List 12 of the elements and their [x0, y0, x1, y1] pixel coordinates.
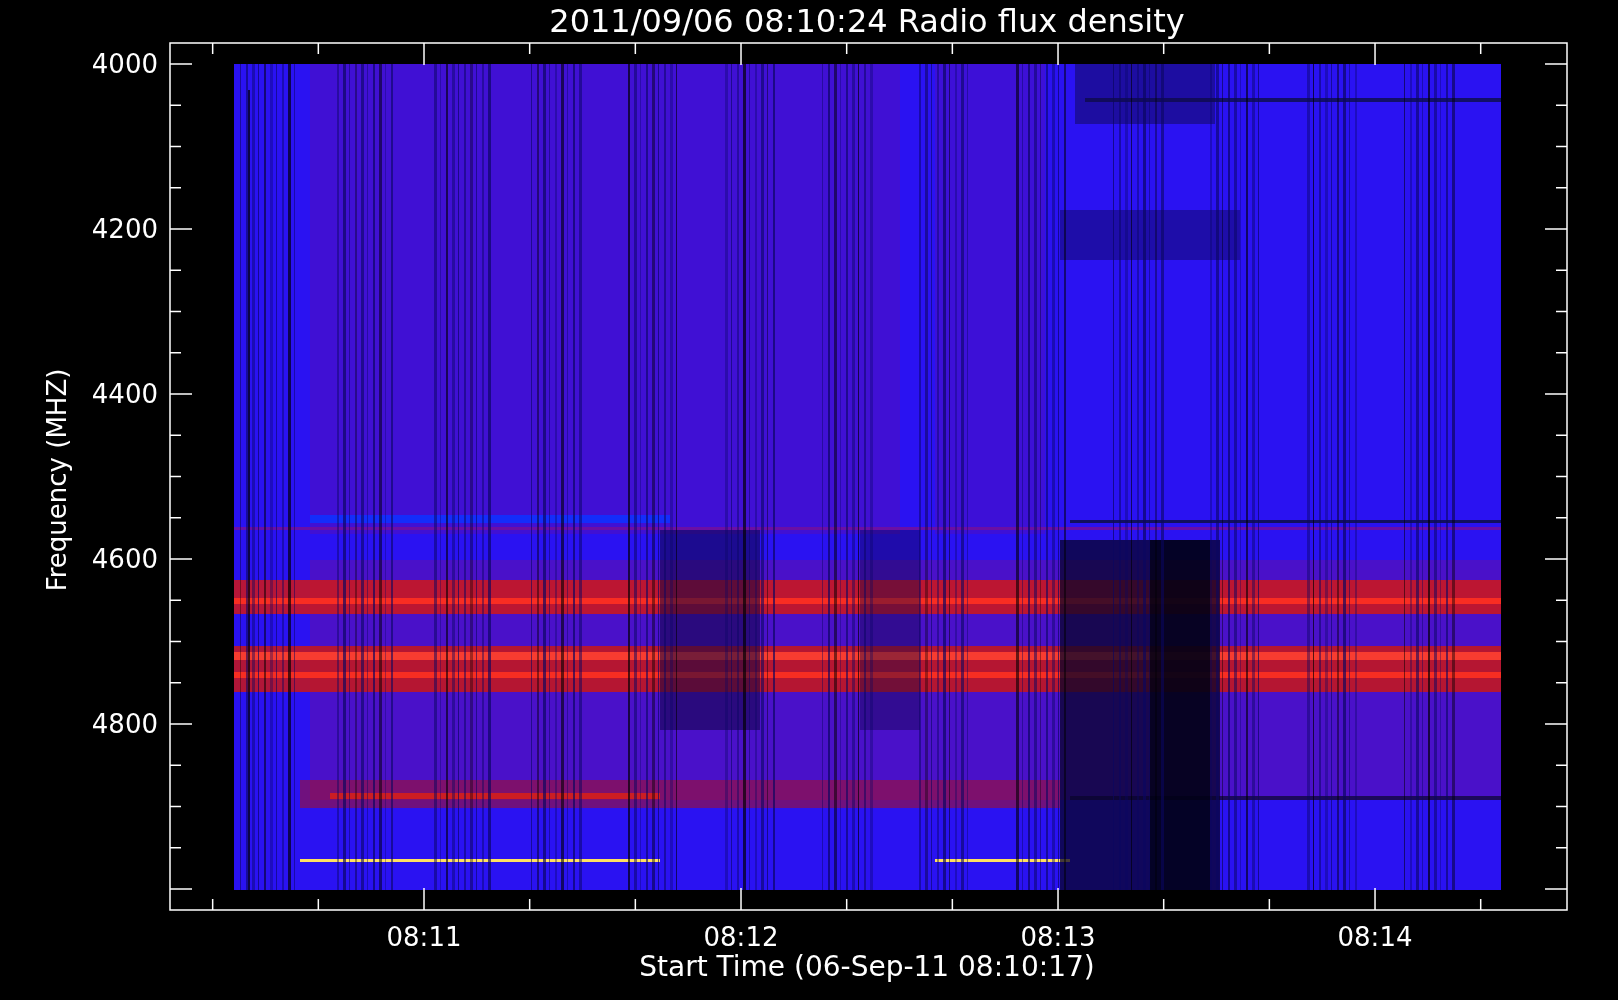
y-tick-label: 4600	[91, 544, 158, 574]
y-tick-label: 4800	[91, 709, 158, 739]
x-tick-label: 08:14	[1337, 922, 1413, 952]
x-tick-label: 08:12	[703, 922, 779, 952]
y-axis-label: Frequency (MHZ)	[42, 368, 72, 592]
x-axis-label: Start Time (06-Sep-11 08:10:17)	[639, 950, 1095, 983]
x-tick-label: 08:11	[386, 922, 462, 952]
y-tick-label: 4400	[91, 379, 158, 409]
chart-title: 2011/09/06 08:10:24 Radio flux density	[549, 2, 1185, 40]
x-tick-label: 08:13	[1020, 922, 1096, 952]
y-tick-label: 4200	[91, 214, 158, 244]
y-tick-label: 4000	[91, 49, 158, 79]
